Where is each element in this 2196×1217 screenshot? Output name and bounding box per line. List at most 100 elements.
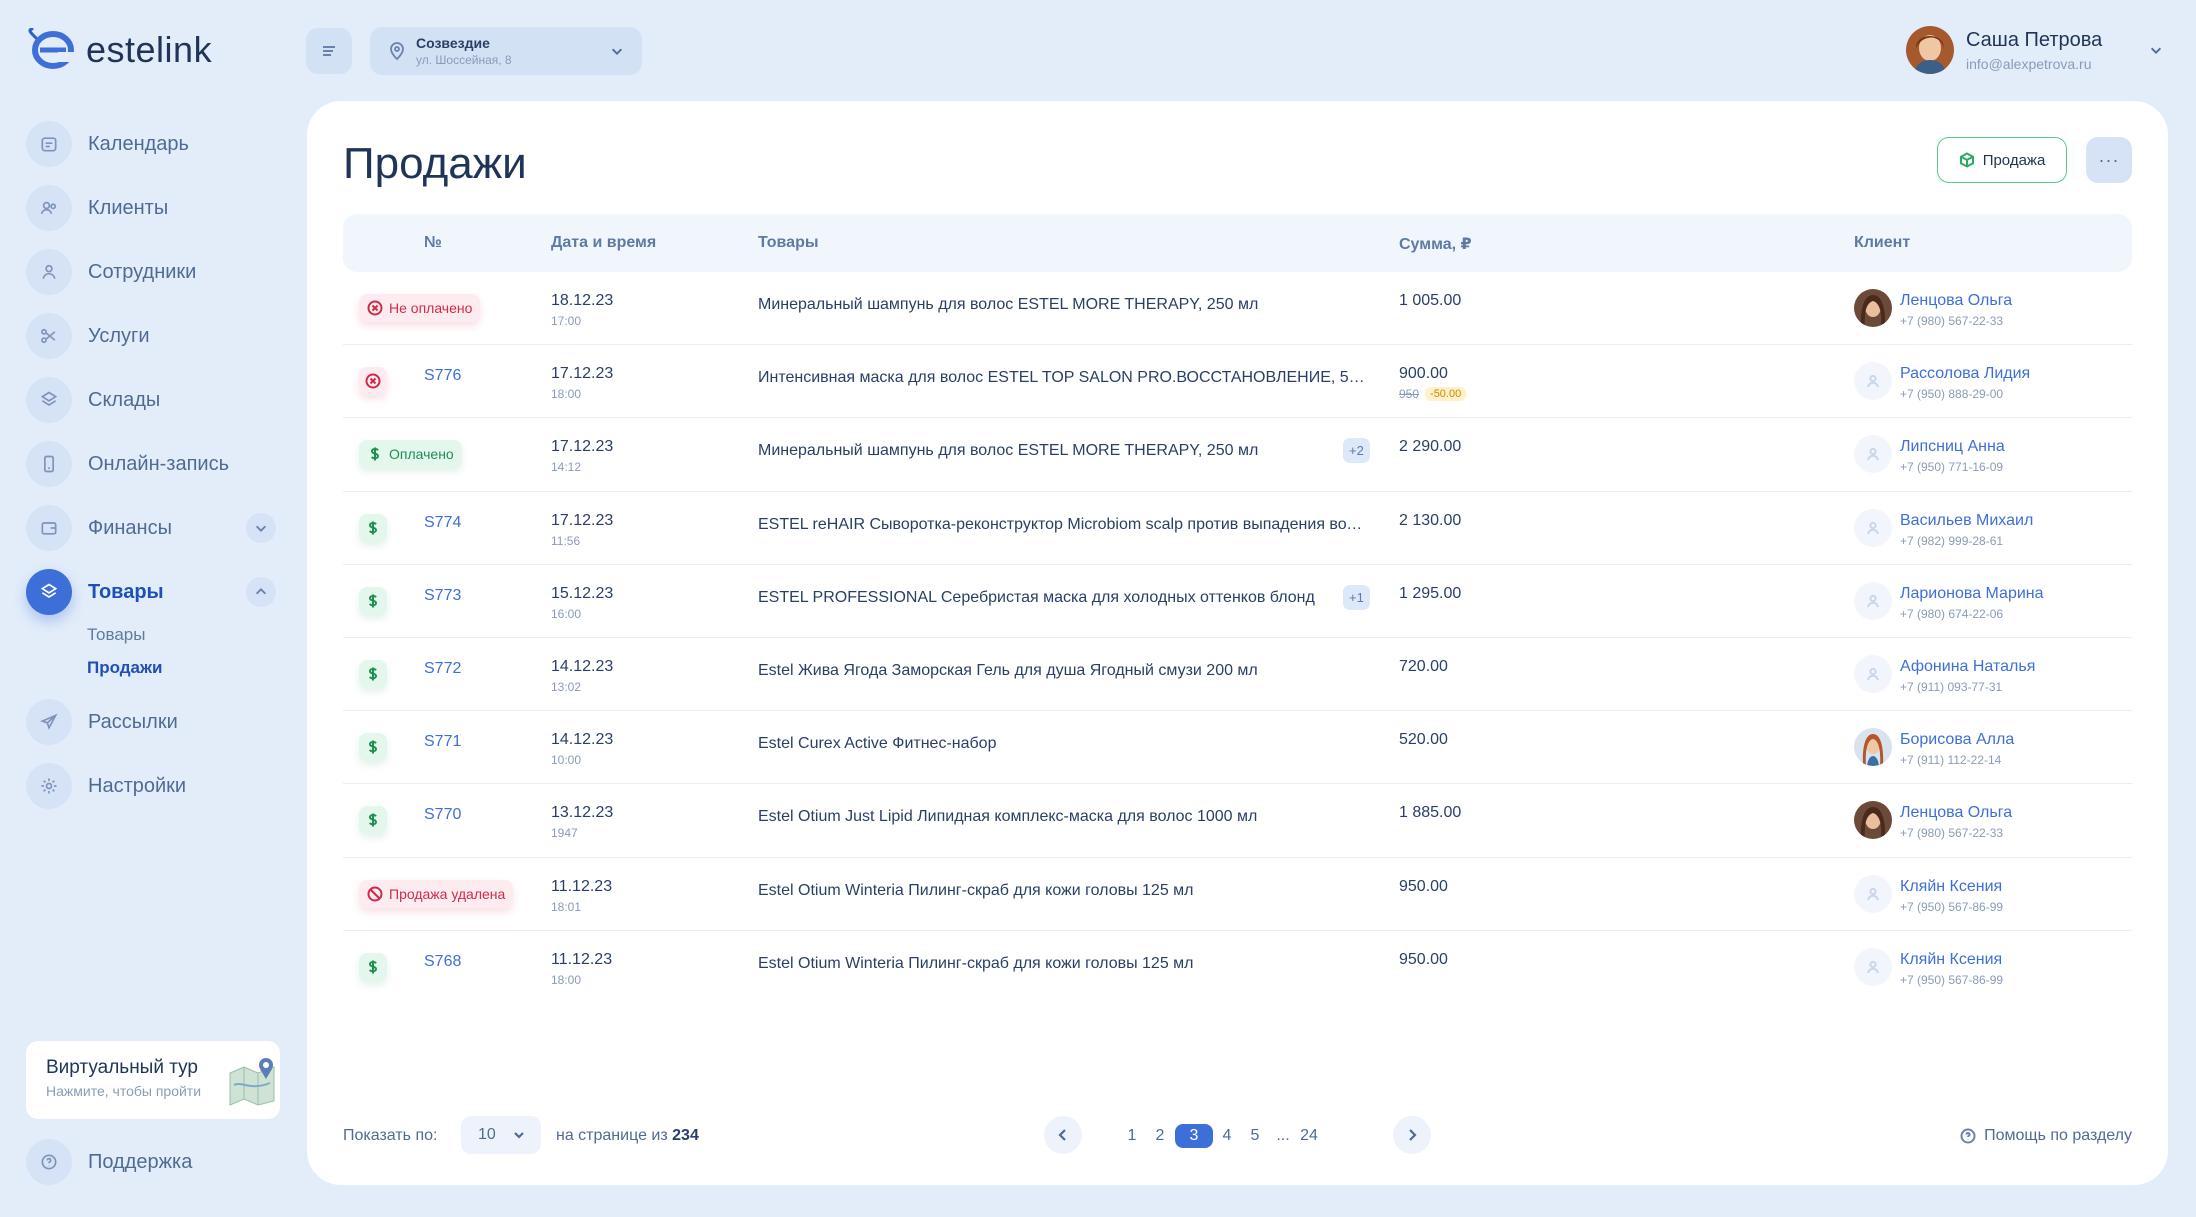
per-page-select[interactable]: 10 (461, 1116, 541, 1154)
dollar-icon (367, 446, 383, 462)
status-badge: Не оплачено (359, 294, 481, 322)
table-row[interactable]: S772 14.12.23 13:02 Estel Жива Ягода Заморс… (343, 638, 2132, 712)
status-cell (359, 586, 387, 615)
sale-number-link[interactable]: S768 (424, 953, 461, 971)
extra-items-badge[interactable]: +1 (1343, 584, 1370, 610)
sidebar-item-label: Онлайн-запись (88, 452, 229, 475)
table-row[interactable]: Продажа удалена 11.12.23 18:01 Estel Otium … (343, 858, 2132, 931)
table-row[interactable]: Не оплачено 18.12.23 17:00 Минеральный шамп… (343, 272, 2132, 346)
page-number[interactable]: 5 (1240, 1124, 1270, 1148)
user-icon (1865, 373, 1881, 389)
scissors-icon (26, 313, 72, 359)
table-row[interactable]: S771 14.12.23 10:00 Estel Curex Active Фитн… (343, 711, 2132, 785)
goods-name: Estel Otium Just Lipid Липидная комплекс… (758, 808, 1258, 826)
sidebar-item-finance[interactable]: Финансы (26, 496, 282, 560)
sale-sum: 520.00 (1399, 731, 1448, 749)
status-cell (359, 513, 387, 542)
support-link[interactable]: Поддержка (26, 1139, 192, 1185)
sale-number-link[interactable]: S771 (424, 733, 461, 751)
sale-number-link[interactable]: S774 (424, 514, 461, 532)
page-number[interactable]: 2 (1145, 1124, 1175, 1148)
sale-time: 18:01 (551, 899, 582, 914)
table-row[interactable]: S768 11.12.23 18:00 Estel Otium Winteria Пи… (343, 931, 2132, 1004)
page-info: на странице из 234 (556, 1127, 699, 1145)
dollar-icon (365, 593, 381, 609)
user-icon (1865, 593, 1881, 609)
more-options-button[interactable]: ··· (2086, 137, 2132, 183)
page-number[interactable]: 1 (1117, 1124, 1147, 1148)
table-row[interactable]: Оплачено 17.12.23 14:12 Минеральный шампунь… (343, 418, 2132, 492)
send-icon (26, 699, 72, 745)
extra-items-badge[interactable]: +2 (1343, 438, 1370, 464)
sidebar-item-products[interactable]: Товары (26, 560, 282, 624)
client-name-link[interactable]: Липсниц Анна (1900, 438, 2005, 456)
client-name-link[interactable]: Борисова Алла (1900, 731, 2014, 749)
client-name-link[interactable]: Рассолова Лидия (1900, 365, 2030, 383)
old-sum: 950 -50.00 (1399, 387, 1467, 402)
clients-icon (26, 185, 72, 231)
chevron-down-icon[interactable] (246, 513, 276, 543)
client-phone: +7 (950) 771-16-09 (1900, 460, 2004, 475)
sidebar-item-employees[interactable]: Сотрудники (26, 240, 282, 304)
chevron-up-icon[interactable] (246, 577, 276, 607)
status-cell (359, 659, 387, 688)
client-name-link[interactable]: Кляйн Ксения (1900, 951, 2002, 969)
client-name-link[interactable]: Ленцова Ольга (1900, 292, 2012, 310)
user-profile[interactable]: Саша Петрова info@alexpetrova.ru (1906, 26, 2102, 74)
page-number[interactable]: 24 (1294, 1124, 1324, 1148)
client-name-link[interactable]: Васильев Михаил (1900, 512, 2033, 530)
client-avatar (1854, 289, 1892, 327)
table-row[interactable]: S770 13.12.23 1947 Estel Otium Just Lipid Л… (343, 784, 2132, 858)
subnav-item-sales[interactable]: Продажи (87, 651, 282, 684)
menu-toggle-button[interactable] (306, 28, 352, 74)
goods-name: Минеральный шампунь для волос ESTEL MORE… (758, 296, 1259, 313)
client-phone: +7 (911) 093-77-31 (1900, 679, 2003, 694)
location-select[interactable]: Созвездие ул. Шоссейная, 8 (370, 27, 642, 75)
client-name-link[interactable]: Кляйн Ксения (1900, 878, 2002, 896)
logo[interactable]: estelink (28, 28, 212, 72)
sale-number-link[interactable]: S770 (424, 806, 461, 824)
client-name-link[interactable]: Ленцова Ольга (1900, 804, 2012, 822)
client-phone: +7 (950) 567-86-99 (1900, 899, 2004, 914)
settings-icon (26, 763, 72, 809)
wallet-icon (26, 505, 72, 551)
sidebar-item-mailings[interactable]: Рассылки (26, 690, 282, 754)
sidebar-item-services[interactable]: Услуги (26, 304, 282, 368)
help-link[interactable]: Помощь по разделу (1960, 1127, 2132, 1145)
prev-page-button[interactable] (1044, 1116, 1082, 1154)
table-row[interactable]: S774 17.12.23 11:56 ESTEL reHAIR Сыворотка-… (343, 492, 2132, 565)
status-cell: Не оплачено (359, 294, 481, 322)
question-icon (1960, 1128, 1976, 1144)
page-number[interactable]: 3 (1175, 1124, 1213, 1148)
table-row[interactable]: S773 15.12.23 16:00 ESTEL PROFESSIONAL Сере… (343, 565, 2132, 638)
sidebar-item-online-booking[interactable]: Онлайн-запись (26, 432, 282, 496)
dollar-icon (365, 520, 381, 536)
sale-date: 11.12.23 (551, 877, 613, 895)
sidebar-item-calendar[interactable]: Календарь (26, 112, 282, 176)
user-menu-toggle[interactable] (2140, 34, 2172, 66)
client-name-link[interactable]: Афонина Наталья (1900, 658, 2035, 676)
table-row[interactable]: S776 17.12.23 18:00 Интенсивная маска для в… (343, 345, 2132, 419)
sidebar-item-clients[interactable]: Клиенты (26, 176, 282, 240)
sale-number-link[interactable]: S772 (424, 660, 461, 678)
page-number[interactable]: 4 (1212, 1124, 1242, 1148)
client-phone: +7 (911) 112-22-14 (1900, 753, 2002, 768)
subnav-item-products[interactable]: Товары (87, 618, 282, 651)
sale-number-link[interactable]: S773 (424, 587, 461, 605)
new-sale-button[interactable]: Продажа (1937, 137, 2067, 183)
user-icon (1865, 666, 1881, 682)
sale-sum: 900.00 (1399, 365, 1448, 383)
virtual-tour-card[interactable]: Виртуальный тур Нажмите, чтобы пройти (26, 1041, 280, 1119)
header-goods: Товары (758, 234, 819, 251)
sale-number-link[interactable]: S776 (424, 367, 461, 385)
sidebar-item-settings[interactable]: Настройки (26, 754, 282, 818)
next-page-button[interactable] (1393, 1116, 1431, 1154)
client-name-link[interactable]: Ларионова Марина (1900, 585, 2044, 603)
header-datetime: Дата и время (551, 234, 657, 251)
sidebar-item-warehouses[interactable]: Склады (26, 368, 282, 432)
goods-name: ESTEL PROFESSIONAL Серебристая маска для… (758, 588, 1315, 606)
support-label: Поддержка (88, 1150, 193, 1173)
status-label: Оплачено (389, 446, 454, 463)
new-sale-label: Продажа (1982, 151, 2046, 169)
sale-time: 11:56 (551, 533, 581, 548)
